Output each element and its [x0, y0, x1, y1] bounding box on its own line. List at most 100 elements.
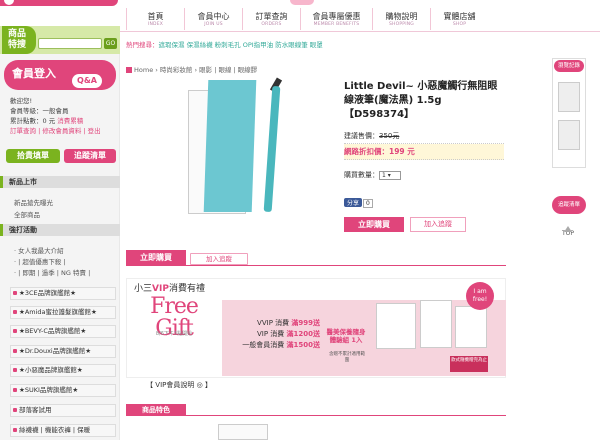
add-tracking-tab[interactable]: 加入追蹤 — [190, 253, 248, 265]
search-go-button[interactable]: GO — [104, 38, 117, 49]
nav-orders[interactable]: 訂單查詢 ORDERS — [242, 8, 300, 30]
brand-link[interactable]: 部落客試用 — [10, 404, 116, 417]
tier-label: 一般會員消費 — [242, 341, 285, 349]
orig-price: 350元 — [379, 132, 400, 140]
nav-label: 首頁 — [147, 12, 164, 21]
buy-now-button[interactable]: 立即購買 — [344, 217, 404, 232]
quantity-row: 購買數量： 1 ▾ — [344, 170, 401, 180]
back-to-top-button[interactable]: TOP — [558, 222, 578, 238]
vip-tier: 一般會員消費 滿1500送 — [240, 340, 320, 351]
nav-label: 會員中心 — [197, 12, 230, 21]
hot-search-label: 熱門搜尋： — [126, 41, 159, 49]
brand-link[interactable]: ★3CE品牌旗艦館★ — [10, 287, 116, 300]
vip-tier: VVIP 消費 滿999送 — [240, 318, 320, 329]
breadcrumb-text[interactable]: Home › 時尚彩妝館 › 眼影 | 眼線 | 眼線膠 — [134, 66, 257, 74]
orig-price-label: 建議售價： — [344, 132, 379, 140]
hot-search: 熱門搜尋：遮瑕保濕 保濕絲襪 粉刺毛孔 OPI指甲油 防水眼線筆 眼罩 — [126, 39, 506, 49]
gift-product-image — [420, 300, 452, 348]
member-login-banner[interactable]: 會員登入 Q&A — [4, 60, 116, 90]
tier-amount: 滿1200送 — [286, 330, 320, 338]
recent-views-panel — [552, 58, 586, 168]
points-text: 累計點數：0 元 — [10, 117, 58, 125]
rail-tracking-button[interactable]: 追蹤清單 — [552, 196, 586, 214]
list-item[interactable]: · | 超值優惠下殺 | — [14, 257, 90, 268]
list-item[interactable]: 全部商品 — [14, 209, 53, 221]
nav-shop[interactable]: 實體店舖 SHOP — [430, 8, 488, 30]
new-arrivals-list: 新品搶先曝光 全部商品 — [14, 197, 53, 221]
nav-label: 會員專屬優惠 — [312, 12, 361, 21]
brand-link[interactable]: ★Dr.Douxi品牌旗艦館★ — [10, 345, 116, 358]
nav-sublabel: SHOP — [452, 22, 467, 27]
brand-link[interactable]: ★BEVY-C品牌旗艦館★ — [10, 325, 116, 338]
nav-sublabel: INDEX — [147, 22, 164, 27]
price-block: 建議售價：350元 網路折扣價：199 元 — [344, 128, 504, 160]
nav-benefits[interactable]: 會員專屬優惠 MEMBER BENEFITS — [300, 8, 372, 30]
tag-line: 特搜 — [8, 40, 27, 50]
site-logo[interactable] — [0, 0, 118, 6]
recent-item-thumb[interactable] — [558, 82, 580, 112]
tier-label: VVIP 消費 — [257, 319, 290, 327]
hot-search-terms[interactable]: 遮瑕保濕 保濕絲襪 粉刺毛孔 OPI指甲油 防水眼線筆 眼罩 — [159, 41, 323, 49]
list-item[interactable]: · 女人我最大介紹 — [14, 246, 90, 257]
nav-member[interactable]: 會員中心 JOIN US — [184, 8, 242, 30]
nav-label: 實體店舖 — [443, 12, 476, 21]
original-price-row: 建議售價：350元 — [344, 128, 504, 144]
qty-label: 購買數量： — [344, 171, 379, 179]
points-link[interactable]: 消費累積 — [57, 117, 83, 125]
recent-views-title: 瀏覽記錄 — [554, 60, 584, 72]
events-list: · 女人我最大介紹 · | 超值優惠下殺 | · | 即期 | 過季 | NG … — [14, 246, 90, 279]
vip-info-link[interactable]: 【 VIP會員說明 ◎ 】 — [134, 380, 224, 390]
new-arrivals-heading: 新品上市 — [0, 176, 120, 188]
tracking-list-button[interactable]: 追蹤清單 — [64, 149, 116, 163]
main-nav: 首頁 INDEX 會員中心 JOIN US 訂單查詢 ORDERS 會員專屬優惠 MEM… — [126, 8, 488, 30]
member-points: 累計點數：0 元 消費累積 — [10, 116, 118, 126]
nav-sublabel: ORDERS — [261, 22, 282, 27]
tier-amount: 滿999送 — [291, 319, 320, 327]
vip-gift-label: 醫美保養隨身體驗組 1入 — [326, 328, 366, 344]
share-count: 0 — [363, 199, 373, 208]
list-item[interactable]: · | 即期 | 過季 | NG 特賣 | — [14, 268, 90, 279]
nav-sublabel: JOIN US — [204, 22, 223, 27]
brand-link[interactable]: ★SUKI品牌旗艦館★ — [10, 384, 116, 397]
feature-image — [218, 424, 268, 440]
nav-sublabel: SHOPPING — [389, 22, 414, 27]
buy-now-tab[interactable]: 立即購買 — [126, 250, 186, 266]
product-features-tab[interactable]: 商品特色 — [126, 404, 186, 416]
product-box-front — [203, 80, 257, 212]
member-info: 歡迎您! 會員等級：一般會員 累計點數：0 元 消費累積 訂單查詢 | 修改會員… — [10, 96, 118, 136]
events-heading: 強打活動 — [0, 224, 120, 236]
vip-title: 小三VIP消費有禮 — [134, 281, 205, 294]
facebook-share[interactable]: 分享 0 — [344, 198, 373, 208]
brand-link[interactable]: ★Amida蜜拉護髮旗艦館★ — [10, 306, 116, 319]
fill-order-button[interactable]: 拾貴填單 — [6, 149, 60, 163]
product-title: Little Devil~ 小惡魔觸行無阻眼線液筆(魔法黑) 1.5g【D598… — [344, 81, 498, 120]
quantity-select[interactable]: 1 ▾ — [379, 170, 401, 180]
sale-price-label: 網路折扣價： — [344, 147, 389, 156]
search-input[interactable] — [38, 38, 102, 49]
brand-link[interactable]: 絲襪襪 | 機能衣褲 | 保暖 — [10, 424, 116, 437]
facebook-share-button[interactable]: 分享 — [344, 198, 363, 207]
breadcrumb[interactable]: Home › 時尚彩妝館 › 眼影 | 眼線 | 眼線膠 — [126, 64, 257, 74]
nav-decoration — [290, 0, 314, 5]
gift-product-image — [455, 306, 487, 348]
i-am-free-badge: I am free! — [466, 282, 494, 310]
nav-index[interactable]: 首頁 INDEX — [126, 8, 184, 30]
home-icon — [126, 67, 132, 73]
vip-title-suffix: 消費有禮 — [168, 284, 205, 294]
recent-item-thumb[interactable] — [558, 120, 580, 150]
nav-shopping[interactable]: 購物說明 SHOPPING — [372, 8, 430, 30]
qa-badge[interactable]: Q&A — [72, 74, 102, 88]
tier-amount: 滿1500送 — [286, 341, 320, 349]
add-tracking-button[interactable]: 加入追蹤 — [410, 217, 466, 232]
nav-label: 購物說明 — [385, 12, 418, 21]
sale-price-row: 網路折扣價：199 元 — [344, 144, 504, 160]
welcome-text: 歡迎您! — [10, 97, 33, 105]
brand-link[interactable]: ★小惡魔品牌旗艦館★ — [10, 364, 116, 377]
vip-gift-note: 含贈不累計適用範圍 — [329, 352, 365, 363]
member-links[interactable]: 訂單查詢 | 修改會員資料 | 登出 — [10, 126, 118, 136]
member-login-title: 會員登入 — [12, 67, 56, 80]
vip-tiers: VVIP 消費 滿999送 VIP 消費 滿1200送 一般會員消費 滿1500… — [240, 318, 320, 351]
tier-label: VIP 消費 — [256, 330, 285, 338]
list-item[interactable]: 新品搶先曝光 — [14, 197, 53, 209]
nav-sublabel: MEMBER BENEFITS — [313, 22, 360, 27]
